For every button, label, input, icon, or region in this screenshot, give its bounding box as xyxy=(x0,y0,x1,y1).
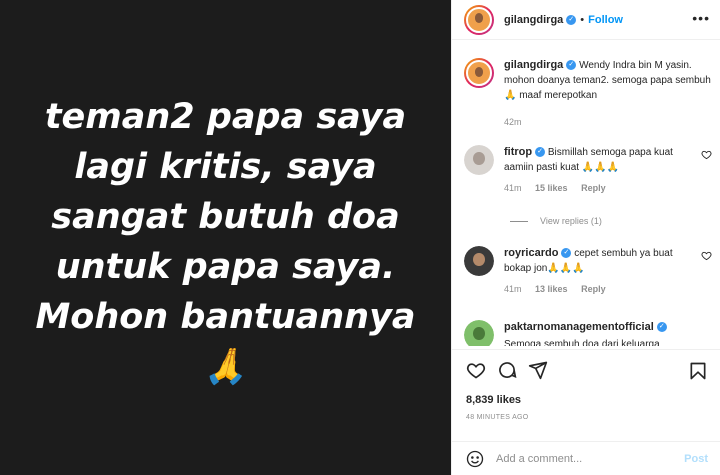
comment-meta: 41m 13 likes Reply xyxy=(504,282,701,297)
post-media-text: teman2 papa saya lagi kritis, saya sanga… xyxy=(16,92,436,392)
caption-avatar[interactable] xyxy=(464,58,494,88)
comment-body: fitrop ✓ Bismillah semoga papa kuat aamii… xyxy=(504,145,701,196)
separator-dot: • xyxy=(580,13,585,26)
like-comment-heart-icon[interactable] xyxy=(701,149,712,160)
more-options-icon[interactable]: ••• xyxy=(692,11,710,25)
reply-button[interactable]: Reply xyxy=(581,183,606,193)
follow-button[interactable]: Follow xyxy=(588,14,623,26)
caption-body: gilangdirga ✓ Wendy Indra bin M yasin. mo… xyxy=(504,58,712,130)
verified-badge-icon: ✓ xyxy=(656,322,667,333)
commenter-avatar[interactable] xyxy=(464,320,494,346)
verified-badge-icon: ✓ xyxy=(535,147,546,158)
commenter-username[interactable]: royricardo xyxy=(504,247,558,259)
media-text-line: teman2 papa saya xyxy=(44,96,407,137)
verified-badge-icon: ✓ xyxy=(566,14,577,25)
verified-badge-icon: ✓ xyxy=(561,248,572,259)
view-replies-line xyxy=(510,220,528,222)
media-text-line: lagi kritis, saya xyxy=(74,146,377,187)
comment-likes-count[interactable]: 13 likes xyxy=(535,284,568,294)
comment-time: 41m xyxy=(504,183,522,193)
caption-meta: 42m xyxy=(504,115,712,130)
post-side-panel: gilangdirga ✓ • Follow ••• gilangdirga ✓ … xyxy=(451,0,720,475)
author-avatar[interactable] xyxy=(464,4,494,35)
verified-badge-icon: ✓ xyxy=(566,60,577,71)
save-bookmark-icon[interactable] xyxy=(688,361,708,381)
comment-body: paktarnomanagementofficial ✓ Semoga sembu… xyxy=(504,320,712,346)
post-media[interactable]: teman2 papa saya lagi kritis, saya sanga… xyxy=(0,0,451,475)
post-header: gilangdirga ✓ • Follow ••• xyxy=(452,0,720,40)
caption-time: 42m xyxy=(504,117,522,127)
author-username[interactable]: gilangdirga xyxy=(504,14,563,26)
caption: gilangdirga ✓ Wendy Indra bin M yasin. mo… xyxy=(464,58,712,130)
emoji-smiley-icon[interactable] xyxy=(466,450,484,468)
comment-likes-count[interactable]: 15 likes xyxy=(535,183,568,193)
comment-text: Semoga sembuh doa dari keluarga xyxy=(504,339,660,346)
commenter-username[interactable]: fitrop xyxy=(504,146,532,158)
comment-item: paktarnomanagementofficial ✓ Semoga sembu… xyxy=(464,320,712,346)
comment-time: 41m xyxy=(504,284,522,294)
post-actions-bar xyxy=(452,349,720,389)
commenter-avatar[interactable] xyxy=(464,246,494,276)
posted-time: 48 MINUTES AGO xyxy=(466,414,529,421)
like-comment-heart-icon[interactable] xyxy=(701,250,712,261)
comment-body: royricardo ✓ cepet sembuh ya buat bokap j… xyxy=(504,246,701,297)
view-replies-label: View replies (1) xyxy=(540,216,602,226)
comment-bubble-icon[interactable] xyxy=(497,360,517,380)
add-comment-input[interactable]: Add a comment... xyxy=(496,453,684,465)
likes-count[interactable]: 8,839 likes xyxy=(466,394,521,406)
add-comment-bar: Add a comment... Post xyxy=(452,441,720,475)
media-text-line: untuk papa saya. xyxy=(55,246,396,287)
commenter-username[interactable]: paktarnomanagementofficial xyxy=(504,321,654,333)
post-comment-button[interactable]: Post xyxy=(684,453,708,465)
like-heart-icon[interactable] xyxy=(466,360,486,380)
reply-button[interactable]: Reply xyxy=(581,284,606,294)
media-text-line: sangat butuh doa xyxy=(51,196,400,237)
comments-list[interactable]: gilangdirga ✓ Wendy Indra bin M yasin. mo… xyxy=(452,50,720,346)
view-replies-button[interactable]: View replies (1) xyxy=(510,216,602,226)
caption-username[interactable]: gilangdirga xyxy=(504,59,563,71)
share-send-icon[interactable] xyxy=(528,360,548,380)
media-text-line: Mohon bantuannya🙏 xyxy=(35,296,416,387)
comment-meta: 41m 15 likes Reply xyxy=(504,181,701,196)
commenter-avatar[interactable] xyxy=(464,145,494,175)
comment-item: fitrop ✓ Bismillah semoga papa kuat aamii… xyxy=(464,145,712,196)
instagram-post-view: teman2 papa saya lagi kritis, saya sanga… xyxy=(0,0,720,475)
comment-item: royricardo ✓ cepet sembuh ya buat bokap j… xyxy=(464,246,712,297)
